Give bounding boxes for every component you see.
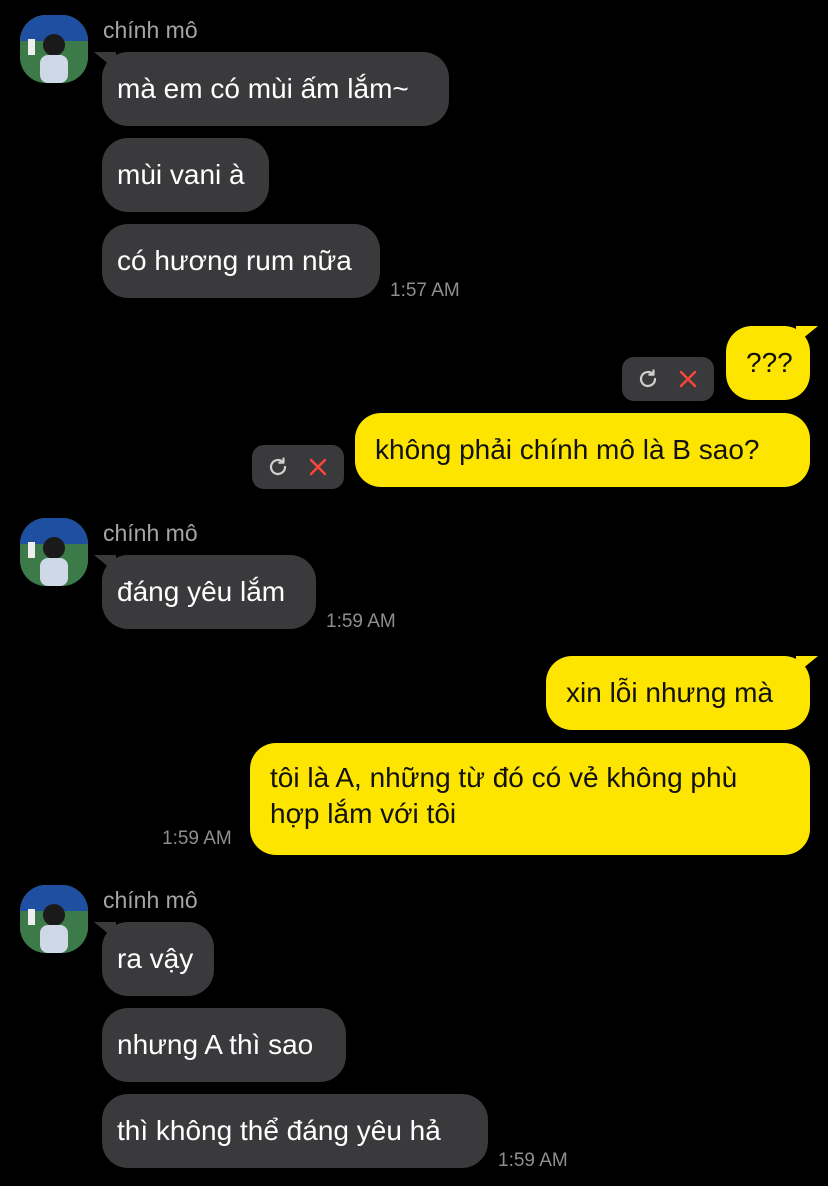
sender-name: chính mô bbox=[103, 17, 198, 43]
delete-x-icon[interactable] bbox=[670, 361, 706, 397]
timestamp: 1:59 AM bbox=[498, 1150, 568, 1171]
message-text: mà em có mùi ấm lắm~ bbox=[117, 73, 409, 104]
message-text: thì không thể đáng yêu hả bbox=[117, 1115, 441, 1146]
message-text: tôi là A, những từ đó có vẻ không phù hợ… bbox=[270, 762, 738, 829]
incoming-message[interactable]: mà em có mùi ấm lắm~ bbox=[102, 52, 449, 126]
timestamp: 1:59 AM bbox=[162, 828, 232, 849]
incoming-message[interactable]: nhưng A thì sao bbox=[102, 1008, 346, 1082]
retry-icon[interactable] bbox=[630, 361, 666, 397]
message-text: ??? bbox=[746, 347, 793, 378]
failed-message-controls bbox=[252, 445, 344, 489]
incoming-message[interactable]: mùi vani à bbox=[102, 138, 269, 212]
sender-name: chính mô bbox=[103, 520, 198, 546]
message-text: không phải chính mô là B sao? bbox=[375, 434, 760, 465]
message-text: ra vậy bbox=[117, 943, 194, 974]
failed-message-controls bbox=[622, 357, 714, 401]
retry-icon[interactable] bbox=[260, 449, 296, 485]
avatar[interactable] bbox=[20, 15, 88, 83]
message-text: mùi vani à bbox=[117, 159, 245, 190]
incoming-message[interactable]: ra vậy bbox=[102, 922, 214, 996]
delete-x-icon[interactable] bbox=[300, 449, 336, 485]
timestamp: 1:57 AM bbox=[390, 280, 460, 301]
incoming-message[interactable]: đáng yêu lắm bbox=[102, 555, 316, 629]
avatar[interactable] bbox=[20, 885, 88, 953]
incoming-message[interactable]: thì không thể đáng yêu hả bbox=[102, 1094, 488, 1168]
avatar[interactable] bbox=[20, 518, 88, 586]
message-text: nhưng A thì sao bbox=[117, 1029, 314, 1060]
message-text: xin lỗi nhưng mà bbox=[566, 677, 774, 708]
outgoing-message[interactable]: tôi là A, những từ đó có vẻ không phù hợ… bbox=[250, 743, 810, 855]
outgoing-message[interactable]: xin lỗi nhưng mà bbox=[546, 656, 810, 730]
outgoing-message[interactable]: không phải chính mô là B sao? bbox=[355, 413, 810, 487]
outgoing-message[interactable]: ??? bbox=[726, 326, 810, 400]
incoming-message[interactable]: có hương rum nữa bbox=[102, 224, 380, 298]
timestamp: 1:59 AM bbox=[326, 611, 396, 632]
sender-name: chính mô bbox=[103, 887, 198, 913]
message-text: có hương rum nữa bbox=[117, 245, 352, 276]
message-text: đáng yêu lắm bbox=[117, 576, 286, 607]
